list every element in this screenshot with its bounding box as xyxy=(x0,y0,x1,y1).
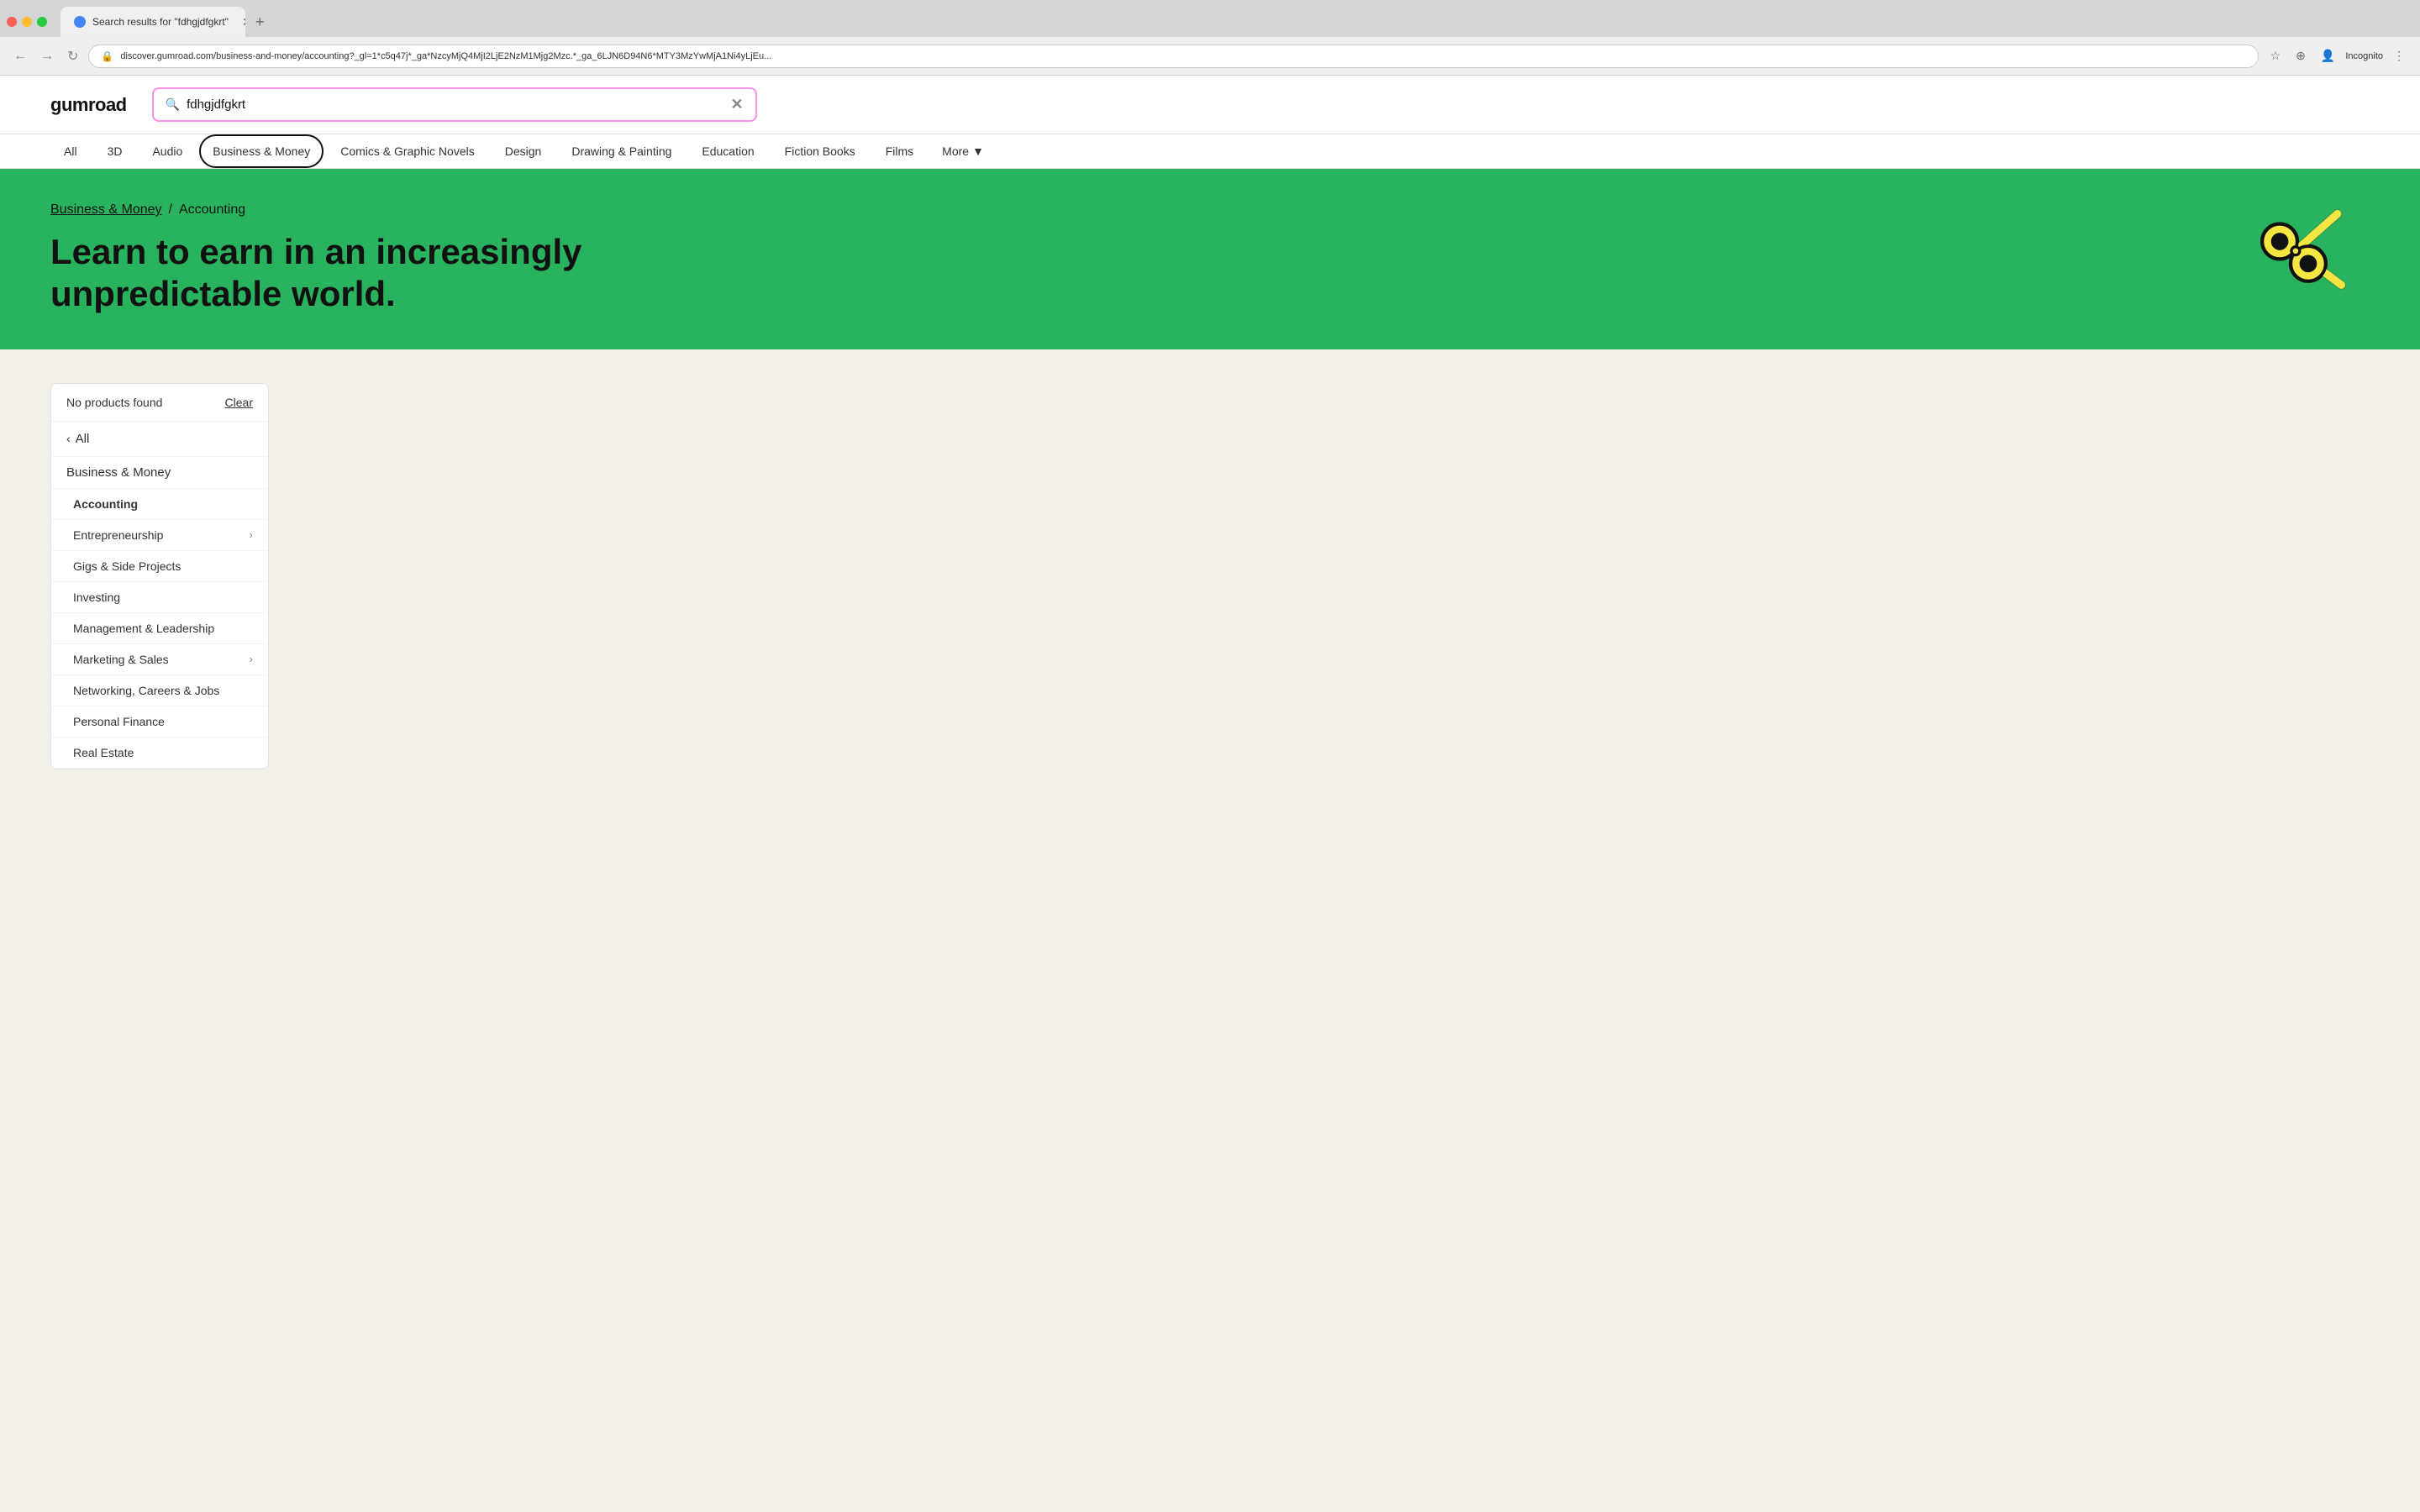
sidebar-item-label-gigs: Gigs & Side Projects xyxy=(73,559,181,573)
sidebar-header: No products found Clear xyxy=(51,384,268,422)
incognito-label: Incognito xyxy=(2345,51,2383,61)
sidebar-item-entrepreneurship[interactable]: Entrepreneurship › xyxy=(51,520,268,551)
sidebar-item-label-real-estate: Real Estate xyxy=(73,746,134,759)
sidebar-item-label-networking: Networking, Careers & Jobs xyxy=(73,684,219,697)
category-nav: All 3D Audio Business & Money Comics & G… xyxy=(0,134,2420,169)
bookmark-icon[interactable]: ☆ xyxy=(2265,46,2286,66)
chevron-right-icon: › xyxy=(250,528,253,541)
tab-title: Search results for "fdhgjdfgkrt" xyxy=(92,16,229,28)
minimize-window-button[interactable] xyxy=(22,17,32,27)
more-categories-button[interactable]: More ▼ xyxy=(930,136,996,166)
sidebar-item-label-marketing: Marketing & Sales xyxy=(73,653,169,666)
sidebar-item-investing[interactable]: Investing xyxy=(51,582,268,613)
sidebar-item-accounting[interactable]: Accounting xyxy=(51,489,268,520)
cat-design[interactable]: Design xyxy=(492,134,555,168)
chevron-right-icon-marketing: › xyxy=(250,653,253,665)
cat-fiction-books[interactable]: Fiction Books xyxy=(771,134,869,168)
products-area xyxy=(294,383,2370,769)
hero-content: Business & Money / Accounting Learn to e… xyxy=(50,202,2370,316)
new-tab-button[interactable]: + xyxy=(249,10,271,34)
site-logo[interactable]: gumroad xyxy=(50,94,127,116)
breadcrumb-parent-link[interactable]: Business & Money xyxy=(50,202,162,218)
sidebar-item-label-accounting: Accounting xyxy=(73,497,138,511)
sidebar-item-real-estate[interactable]: Real Estate xyxy=(51,738,268,769)
toolbar-right: ☆ ⊕ 👤 Incognito ⋮ xyxy=(2265,46,2410,66)
cat-drawing-painting[interactable]: Drawing & Painting xyxy=(558,134,685,168)
address-bar[interactable]: 🔒 discover.gumroad.com/business-and-mone… xyxy=(88,45,2258,68)
cat-3d[interactable]: 3D xyxy=(94,134,136,168)
search-icon: 🔍 xyxy=(166,97,180,112)
browser-toolbar: ← → ↻ 🔒 discover.gumroad.com/business-an… xyxy=(0,37,2420,76)
sidebar-item-gigs[interactable]: Gigs & Side Projects xyxy=(51,551,268,582)
traffic-lights xyxy=(7,17,47,27)
sidebar-panel: No products found Clear ‹ All Business &… xyxy=(50,383,269,769)
sidebar-back-button[interactable]: ‹ All xyxy=(51,422,268,457)
page-content: gumroad 🔍 ✕ All 3D Audio Business & Mone… xyxy=(0,76,2420,803)
sidebar-item-management[interactable]: Management & Leadership xyxy=(51,613,268,644)
hero-banner: Business & Money / Accounting Learn to e… xyxy=(0,169,2420,349)
sidebar-item-marketing[interactable]: Marketing & Sales › xyxy=(51,644,268,675)
tab-favicon-icon xyxy=(74,16,86,28)
search-input[interactable] xyxy=(187,97,723,112)
sidebar-category-title: Business & Money xyxy=(51,457,268,489)
clear-button[interactable]: Clear xyxy=(225,396,253,409)
more-label: More xyxy=(942,144,969,158)
close-window-button[interactable] xyxy=(7,17,17,27)
security-lock-icon: 🔒 xyxy=(101,50,113,62)
tab-close-button[interactable]: ✕ xyxy=(242,15,245,29)
search-bar: 🔍 ✕ xyxy=(152,87,757,122)
cat-education[interactable]: Education xyxy=(688,134,767,168)
sidebar-item-networking[interactable]: Networking, Careers & Jobs xyxy=(51,675,268,706)
scissors-icon xyxy=(2235,194,2353,328)
sidebar-item-label-personal-finance: Personal Finance xyxy=(73,715,165,728)
search-clear-button[interactable]: ✕ xyxy=(731,96,744,113)
sidebar-item-label-investing: Investing xyxy=(73,591,120,604)
chevron-down-icon: ▼ xyxy=(972,144,984,158)
cat-business-money[interactable]: Business & Money xyxy=(199,134,324,168)
address-text: discover.gumroad.com/business-and-money/… xyxy=(120,51,2245,61)
sidebar-item-label-entrepreneurship: Entrepreneurship xyxy=(73,528,163,542)
browser-chrome: Search results for "fdhgjdfgkrt" ✕ + ← →… xyxy=(0,0,2420,76)
sidebar: No products found Clear ‹ All Business &… xyxy=(50,383,269,769)
extensions-icon[interactable]: ⊕ xyxy=(2291,46,2311,66)
sidebar-item-label-management: Management & Leadership xyxy=(73,622,214,635)
reload-button[interactable]: ↻ xyxy=(64,45,82,68)
site-header: gumroad 🔍 ✕ xyxy=(0,76,2420,134)
cat-films[interactable]: Films xyxy=(872,134,927,168)
forward-button[interactable]: → xyxy=(37,45,57,67)
main-content: No products found Clear ‹ All Business &… xyxy=(0,349,2420,803)
back-arrow-icon: ‹ xyxy=(66,432,71,445)
sidebar-item-personal-finance[interactable]: Personal Finance xyxy=(51,706,268,738)
hero-illustration xyxy=(2235,194,2353,333)
back-button[interactable]: ← xyxy=(10,45,30,67)
browser-tab[interactable]: Search results for "fdhgjdfgkrt" ✕ xyxy=(60,7,245,37)
breadcrumb-separator: / xyxy=(169,202,172,218)
breadcrumb: Business & Money / Accounting xyxy=(50,202,2370,218)
cat-comics[interactable]: Comics & Graphic Novels xyxy=(327,134,488,168)
tab-bar: Search results for "fdhgjdfgkrt" ✕ + xyxy=(0,0,2420,37)
breadcrumb-current: Accounting xyxy=(179,202,245,218)
maximize-window-button[interactable] xyxy=(37,17,47,27)
profile-icon[interactable]: 👤 xyxy=(2316,46,2340,66)
no-products-label: No products found xyxy=(66,396,162,409)
sidebar-back-label: All xyxy=(76,432,90,446)
menu-icon[interactable]: ⋮ xyxy=(2388,46,2410,66)
hero-title: Learn to earn in an increasingly unpredi… xyxy=(50,231,639,316)
cat-all[interactable]: All xyxy=(50,134,91,168)
cat-audio[interactable]: Audio xyxy=(139,134,196,168)
